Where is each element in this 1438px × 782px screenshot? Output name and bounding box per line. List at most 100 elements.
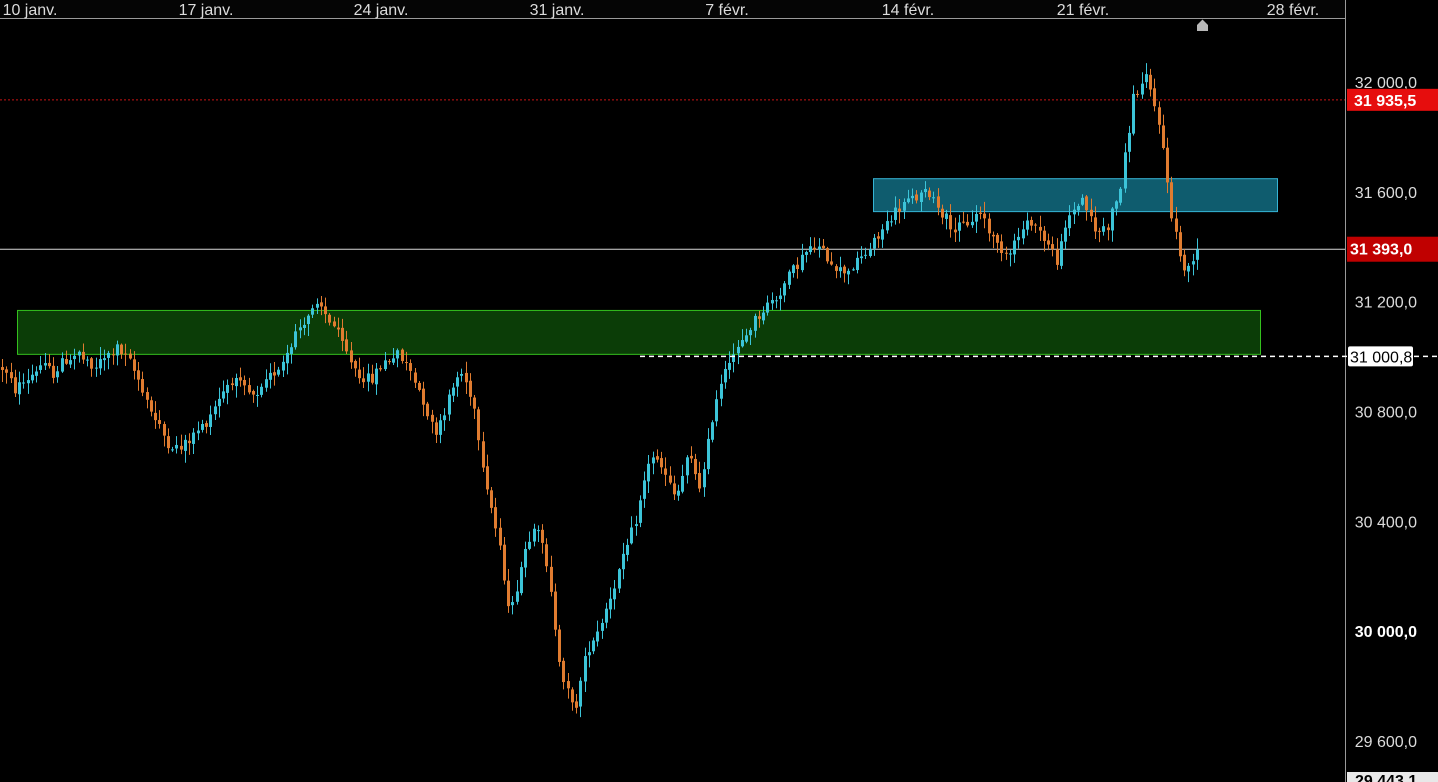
candle-body	[239, 377, 242, 381]
candle-body	[371, 373, 374, 383]
candle-body	[805, 252, 808, 255]
x-tick-label: 24 janv.	[354, 2, 409, 19]
candle-body	[601, 622, 604, 631]
y-tick-label: 31 600,0	[1355, 185, 1417, 202]
x-tick-label: 14 févr.	[882, 2, 934, 19]
candle-body	[660, 458, 663, 468]
price-chart[interactable]: 10 janv. 17 janv. 24 janv. 31 janv. 7 févr. 1…	[0, 0, 1438, 782]
x-tick-label: 10 janv.	[3, 2, 58, 19]
candle-body	[341, 327, 344, 341]
candle-body	[673, 483, 676, 495]
candle-body	[758, 316, 761, 319]
candle-body	[337, 327, 340, 330]
candle-body	[69, 360, 72, 365]
candle-body	[44, 363, 47, 366]
candle-body	[852, 269, 855, 271]
candle-body	[1077, 206, 1080, 211]
x-tick-label: 31 janv.	[530, 2, 585, 19]
candle-body	[1128, 132, 1131, 152]
candle-body	[1051, 244, 1054, 250]
candle-body	[490, 490, 493, 508]
candle-body	[154, 412, 157, 421]
candle-body	[533, 528, 536, 542]
candle-body	[975, 213, 978, 222]
candle-body	[1056, 249, 1059, 265]
candle-body	[775, 300, 778, 302]
candle-body	[99, 359, 102, 369]
candle-body	[720, 383, 723, 399]
candle-body	[27, 380, 30, 384]
candle-body	[639, 500, 642, 523]
candle-body	[171, 449, 174, 451]
candle-body	[813, 247, 816, 250]
candle-body	[452, 387, 455, 396]
candle-body	[473, 397, 476, 409]
candle-body	[205, 423, 208, 427]
candle-body	[839, 267, 842, 272]
candle-body	[1175, 218, 1178, 232]
candle-body	[715, 399, 718, 422]
candle-body	[924, 188, 927, 193]
candle-body	[698, 472, 701, 489]
support-zone[interactable]	[17, 309, 1261, 355]
y-tick-label: 30 400,0	[1355, 514, 1417, 531]
candle-body	[979, 212, 982, 214]
candle-body	[379, 368, 382, 370]
candle-body	[201, 423, 204, 430]
candle-body	[86, 359, 89, 361]
candle-body	[73, 355, 76, 360]
candle-body	[482, 441, 485, 468]
candle-body	[209, 414, 212, 427]
candle-body	[1145, 74, 1148, 83]
candle-body	[796, 264, 799, 270]
candle-body	[537, 530, 540, 532]
candle-body	[507, 580, 510, 607]
candle-body	[1022, 229, 1025, 239]
candle-body	[1060, 241, 1063, 266]
candle-body	[124, 353, 127, 355]
candle-body	[1030, 219, 1033, 226]
candle-body	[966, 221, 969, 226]
candle-body	[886, 221, 889, 231]
candle-body	[35, 371, 38, 376]
candle-body	[56, 371, 59, 378]
candle-body	[1047, 240, 1050, 245]
candle-body	[358, 369, 361, 379]
candle-body	[647, 463, 650, 482]
candle-body	[822, 245, 825, 249]
candle-body	[988, 218, 991, 234]
candle-body	[818, 246, 821, 250]
candle-body	[779, 295, 782, 300]
candle-body	[550, 566, 553, 592]
candle-body	[1090, 209, 1093, 217]
candle-body	[1196, 249, 1199, 260]
candle-body	[10, 372, 13, 379]
crosshair-price-tag-label: 31 393,0	[1350, 242, 1412, 259]
candle-body	[762, 312, 765, 321]
candle-body	[324, 306, 327, 315]
candle-body	[703, 469, 706, 488]
candle-body	[1166, 147, 1169, 183]
candle-body	[184, 439, 187, 451]
candle-body	[146, 392, 149, 400]
candle-body	[167, 436, 170, 449]
candle-body	[307, 315, 310, 325]
candle	[558, 624, 561, 667]
candle-body	[299, 327, 302, 331]
candle-body	[809, 246, 812, 253]
candle-body	[890, 221, 893, 223]
candle-body	[107, 352, 110, 358]
candle-body	[894, 207, 897, 220]
candle-body	[1111, 208, 1114, 231]
x-tick-label: 17 janv.	[179, 2, 234, 19]
candle-body	[294, 331, 297, 348]
x-tick-label: 28 févr.	[1267, 2, 1319, 19]
candle-body	[635, 524, 638, 526]
candle-body	[711, 422, 714, 440]
candle-body	[920, 192, 923, 202]
resistance-zone[interactable]	[873, 178, 1278, 213]
candle-body	[609, 598, 612, 610]
candle-body	[5, 369, 8, 373]
candle-body	[992, 234, 995, 237]
candle-body	[656, 456, 659, 460]
